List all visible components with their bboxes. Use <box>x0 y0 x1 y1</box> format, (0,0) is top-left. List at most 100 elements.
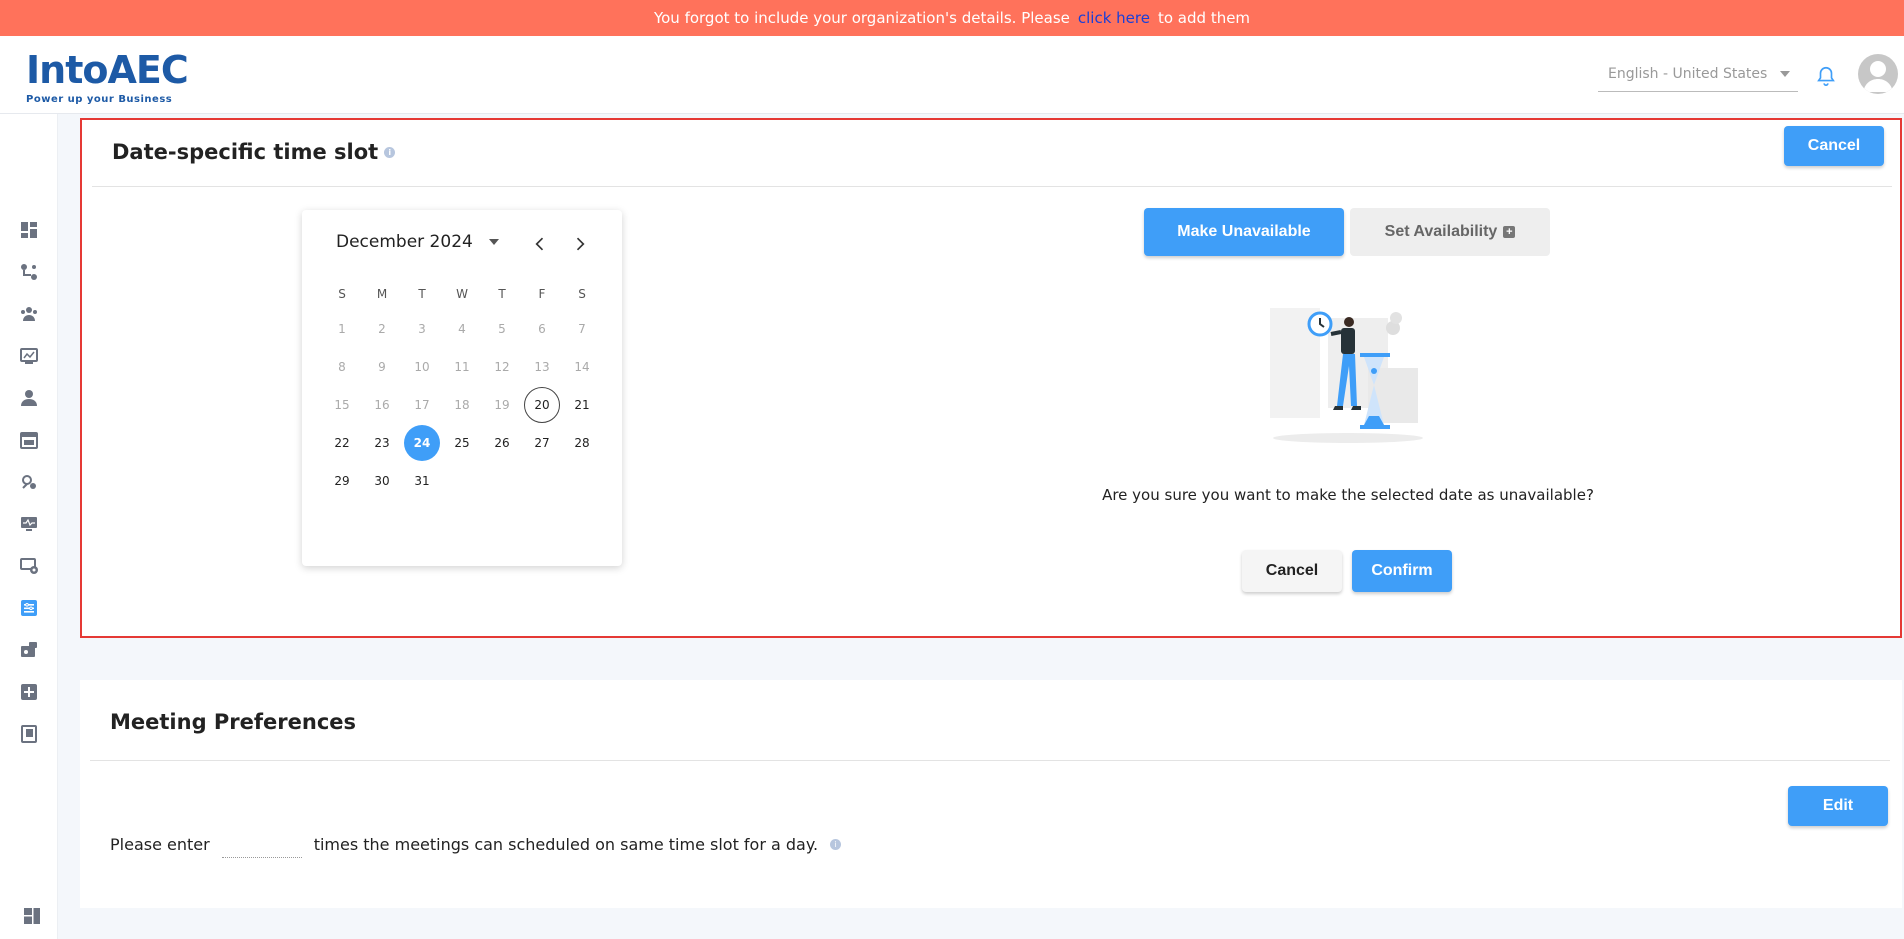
calendar-day[interactable]: 28 <box>562 424 602 462</box>
calendar-day[interactable]: 20 <box>522 386 562 424</box>
workflow-icon[interactable] <box>19 262 39 282</box>
calendar-day: 6 <box>522 310 562 348</box>
calendar-day: 8 <box>322 348 362 386</box>
make-unavailable-button[interactable]: Make Unavailable <box>1144 208 1344 256</box>
calendar-day-number: 22 <box>334 436 350 450</box>
calendar-day[interactable]: 30 <box>362 462 402 500</box>
calendar-day[interactable]: 31 <box>402 462 442 500</box>
edit-button[interactable]: Edit <box>1788 786 1888 826</box>
banner-text: You forgot to include your organization'… <box>653 9 1070 27</box>
calendar-day[interactable]: 22 <box>322 424 362 462</box>
calendar-day-number: 30 <box>374 474 390 488</box>
calendar-day-number: 1 <box>338 322 346 336</box>
weekday-label: T <box>418 287 426 301</box>
calendar-day-number: 23 <box>374 436 390 450</box>
hourglass-illustration <box>1268 298 1428 448</box>
calendar-day[interactable]: 26 <box>482 424 522 462</box>
language-select[interactable]: English - United States <box>1598 56 1798 92</box>
calendar-day-number: 25 <box>454 436 470 450</box>
logo[interactable]: IntoAEC Power up your Business <box>26 44 189 108</box>
weekday-label: M <box>376 287 388 301</box>
meetings-per-slot-input[interactable] <box>221 830 302 858</box>
chevron-down-icon <box>488 239 499 245</box>
dialog-cancel-button[interactable]: Cancel <box>1242 550 1342 592</box>
top-bar: IntoAEC Power up your Business English -… <box>0 36 1904 114</box>
calendar-day[interactable]: 27 <box>522 424 562 462</box>
set-availability-button[interactable]: Set Availability + <box>1350 208 1550 256</box>
schedule-icon[interactable] <box>19 598 39 618</box>
calendar-day-number: 14 <box>574 360 590 374</box>
calendar-day: 2 <box>362 310 402 348</box>
info-icon[interactable]: i <box>830 838 842 850</box>
info-icon[interactable]: i <box>384 146 396 158</box>
month-label: December 2024 <box>336 232 473 252</box>
calendar-day-number: 19 <box>494 398 510 412</box>
preferences-row: Please enter times the meetings can sche… <box>110 830 842 858</box>
calendar-day-number: 21 <box>574 398 590 412</box>
settings-icon[interactable] <box>19 556 39 576</box>
bell-icon[interactable] <box>1815 64 1837 88</box>
avatar[interactable] <box>1858 54 1898 94</box>
monitor-icon[interactable] <box>19 514 39 534</box>
weekday-label: T <box>498 287 506 301</box>
banner-text-end: to add them <box>1157 9 1251 27</box>
calendar-day: 13 <box>522 348 562 386</box>
calendar-day-number: 15 <box>334 398 350 412</box>
calendar-day-number: 17 <box>414 398 430 412</box>
calendar-day: 7 <box>562 310 602 348</box>
calendar-day-number: 10 <box>414 360 430 374</box>
calendar-day: 15 <box>322 386 362 424</box>
calendar-icon[interactable] <box>19 430 39 450</box>
date-picker: December 2024 S M T W T F S 1 2 3 4 5 6 7 8 9 10 11 12 13 14… <box>302 210 622 566</box>
dialog-confirm-button[interactable]: Confirm <box>1352 550 1452 592</box>
confirm-question: Are you sure you want to make the select… <box>1102 486 1594 504</box>
calendar-day: 4 <box>442 310 482 348</box>
calendar-day-number: 4 <box>458 322 466 336</box>
prev-month-button[interactable] <box>528 232 552 256</box>
calendar-day[interactable]: 23 <box>362 424 402 462</box>
calendar-day-number: 26 <box>494 436 510 450</box>
calendar-day: 16 <box>362 386 402 424</box>
calendar-day-number: 9 <box>378 360 386 374</box>
calendar-day-number: 7 <box>578 322 586 336</box>
panel-cancel-button[interactable]: Cancel <box>1784 126 1884 166</box>
calendar-day-number: 3 <box>418 322 426 336</box>
calendar-day: 11 <box>442 348 482 386</box>
banner-link[interactable]: click here <box>1078 9 1150 27</box>
chevron-left-icon <box>535 237 544 251</box>
calendar-day: 12 <box>482 348 522 386</box>
add-icon[interactable] <box>19 682 39 702</box>
calendar-day[interactable]: 29 <box>322 462 362 500</box>
weekday-label: W <box>456 287 468 301</box>
weekday-label: S <box>578 287 586 301</box>
calendar-day-number: 28 <box>574 436 590 450</box>
calendar-day-number: 5 <box>498 322 506 336</box>
sidebar <box>0 114 58 939</box>
panel-title: Date-specific time slot i <box>112 140 396 164</box>
tools-icon[interactable] <box>19 472 39 492</box>
calendar-day-number: 12 <box>494 360 510 374</box>
calendar-day[interactable]: 25 <box>442 424 482 462</box>
calendar-day: 10 <box>402 348 442 386</box>
month-select[interactable]: December 2024 <box>336 232 499 252</box>
calendar-day: 1 <box>322 310 362 348</box>
team-icon[interactable] <box>19 304 39 324</box>
next-month-button[interactable] <box>568 232 592 256</box>
calendar-day: 14 <box>562 348 602 386</box>
dashboard-icon[interactable] <box>19 220 39 240</box>
language-value: English - United States <box>1608 65 1768 82</box>
logo-tagline: Power up your Business <box>26 94 173 105</box>
calendar-day-number: 29 <box>334 474 350 488</box>
book-icon[interactable] <box>19 724 39 744</box>
layout-icon[interactable] <box>22 906 42 926</box>
report-icon[interactable] <box>19 346 39 366</box>
user-icon[interactable] <box>19 388 39 408</box>
calendar-day: 5 <box>482 310 522 348</box>
calendar-day-number: 20 <box>524 387 560 423</box>
calendar-day[interactable]: 24 <box>402 424 442 462</box>
calendar-day-number: 8 <box>338 360 346 374</box>
video-icon[interactable] <box>19 640 39 660</box>
logo-wordmark: IntoAEC <box>26 48 189 92</box>
calendar-day[interactable]: 21 <box>562 386 602 424</box>
calendar-day: 18 <box>442 386 482 424</box>
